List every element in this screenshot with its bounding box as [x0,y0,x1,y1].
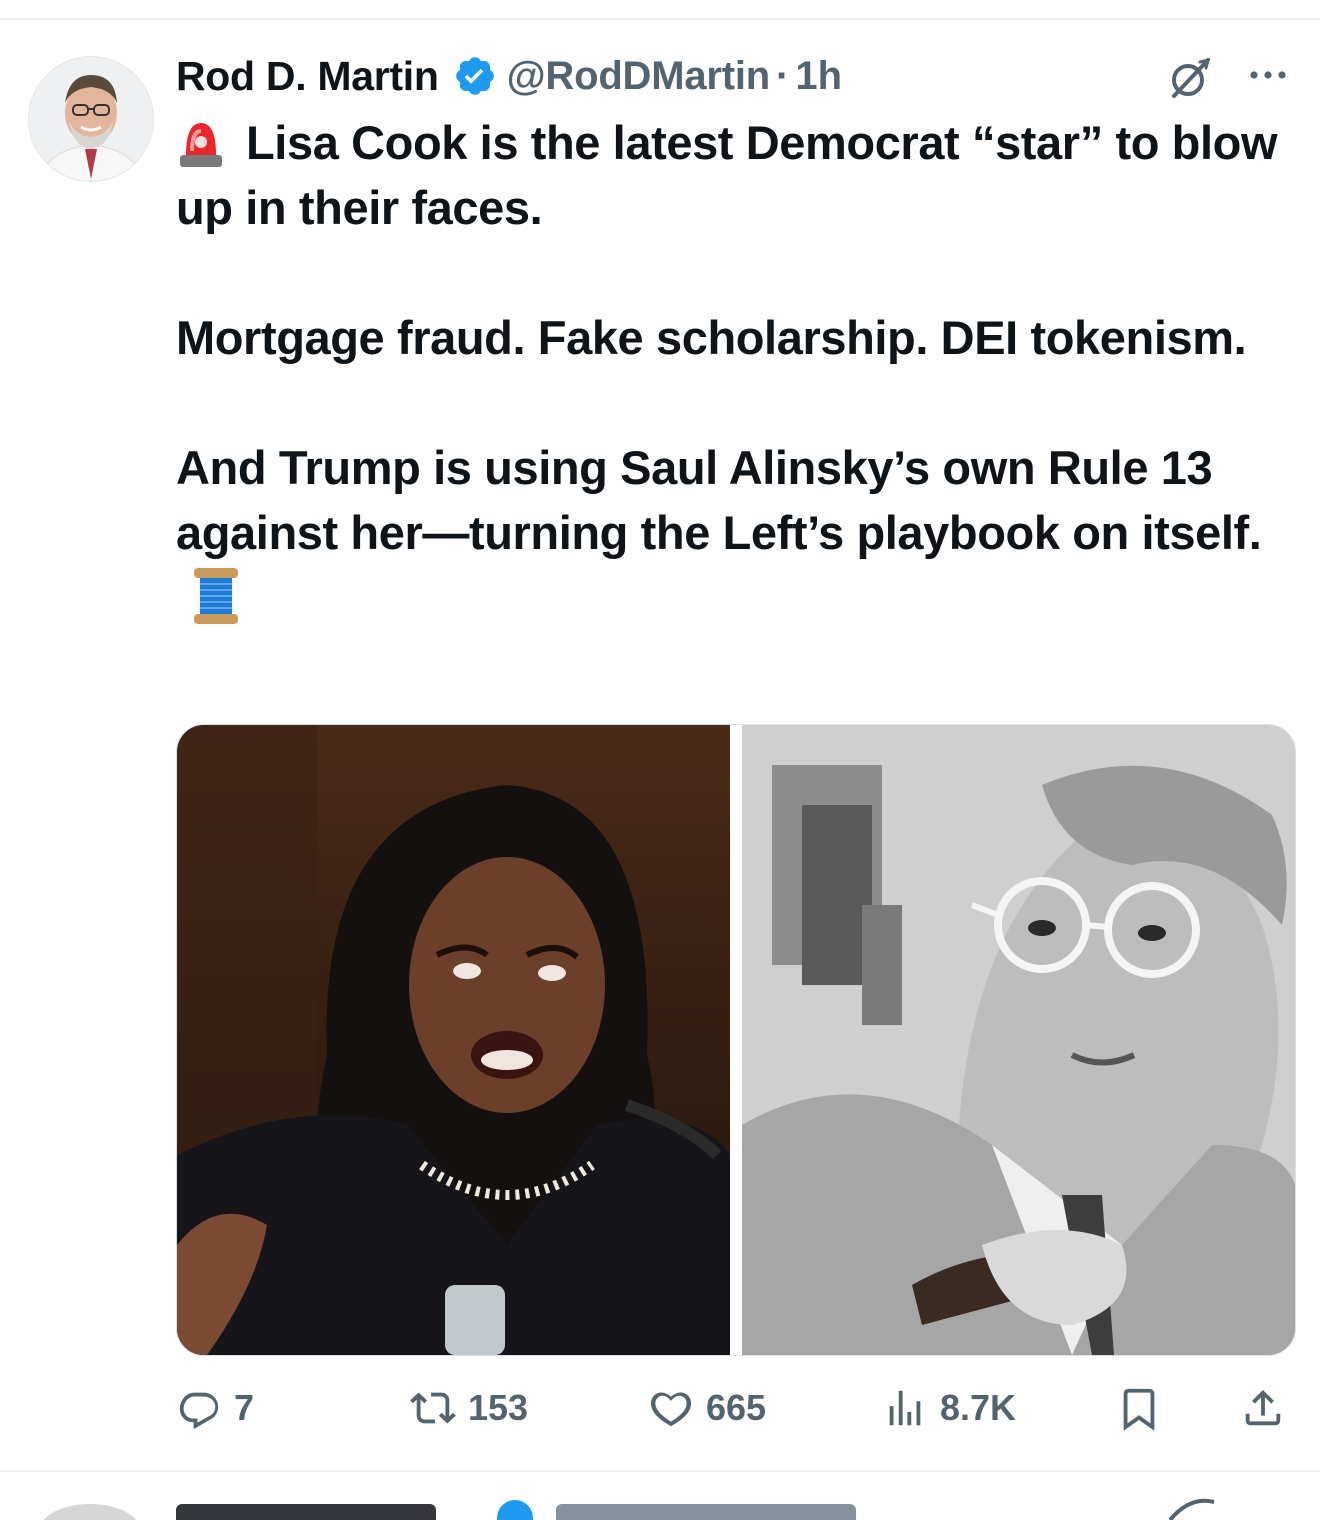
post-paragraph-3: And Trump is using Saul Alinsky’s own Ru… [176,435,1296,630]
thread-spool-emoji [192,566,240,626]
separator-dot: · [776,53,790,98]
post-line-3: And Trump is using Saul Alinsky’s own Ru… [176,441,1262,559]
heart-icon [650,1392,692,1427]
repost-button[interactable]: 153 [410,1378,528,1438]
reply-icon [179,1392,219,1430]
post-time[interactable]: 1h [795,54,842,99]
post-paragraph-1: Lisa Cook is the latest Democrat “star” … [176,110,1296,240]
author-handle[interactable]: @RodDMartin [507,54,771,99]
views-icon [889,1390,921,1426]
views-button[interactable]: 8.7K [882,1378,1016,1438]
media-photo-1[interactable] [177,725,730,1355]
post-header: Rod D. Martin @RodDMartin · 1h [176,50,842,102]
post-text: Lisa Cook is the latest Democrat “star” … [176,110,1296,630]
repost-icon [410,1392,456,1424]
post-line-2: Mortgage fraud. Fake scholarship. DEI to… [176,311,1247,364]
reply-button[interactable]: 7 [176,1378,254,1438]
author-name[interactable]: Rod D. Martin [176,53,439,100]
grok-icon[interactable] [1166,54,1214,102]
like-count: 665 [706,1387,767,1428]
views-count: 8.7K [940,1387,1017,1428]
bookmark-icon [1123,1388,1155,1431]
bookmark-button[interactable] [1116,1378,1162,1438]
like-button[interactable]: 665 [648,1378,766,1438]
reply-count: 7 [234,1387,255,1428]
next-post-peek [0,1490,1320,1520]
more-icon[interactable] [1246,58,1290,92]
media-photo-2[interactable] [742,725,1295,1355]
post-actions: 7 153 665 8.7K [176,1378,1296,1438]
post-line-1: Lisa Cook is the latest Democrat “star” … [176,116,1278,234]
verified-badge-icon [453,54,497,98]
police-light-emoji [176,115,226,169]
repost-count: 153 [468,1387,529,1428]
top-divider [0,18,1320,20]
share-icon [1245,1389,1281,1426]
post-divider [0,1470,1320,1472]
post-media[interactable] [176,724,1296,1356]
avatar[interactable] [28,56,154,182]
share-button[interactable] [1240,1378,1286,1438]
